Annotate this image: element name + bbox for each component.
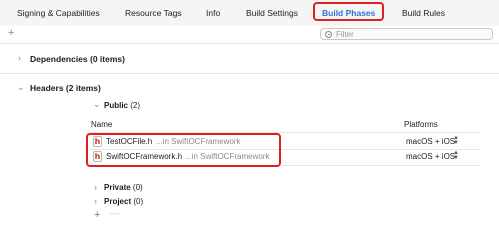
chevron-right-icon[interactable]: ›: [94, 197, 97, 206]
add-phase-button[interactable]: +: [8, 27, 14, 39]
tab-signing-capabilities[interactable]: Signing & Capabilities: [17, 8, 100, 18]
divider: [0, 73, 499, 74]
project-label: Project: [104, 197, 132, 206]
phases-toolbar: + Filter: [0, 26, 499, 44]
build-phases-highlight-box: [313, 2, 384, 21]
public-count: (2): [130, 101, 141, 110]
platform-selector[interactable]: macOS + iOS: [406, 152, 455, 161]
chevron-down-icon[interactable]: ⌄: [93, 100, 101, 109]
tab-resource-tags[interactable]: Resource Tags: [125, 8, 182, 18]
add-header-button[interactable]: +: [94, 209, 100, 221]
chevron-right-icon[interactable]: ›: [18, 54, 21, 63]
filter-field[interactable]: Filter: [320, 28, 493, 40]
tab-info[interactable]: Info: [206, 8, 220, 18]
column-header-name[interactable]: Name: [91, 120, 112, 129]
tab-build-rules[interactable]: Build Rules: [402, 8, 445, 18]
public-subsection[interactable]: Public (2): [104, 101, 140, 110]
tab-build-settings[interactable]: Build Settings: [246, 8, 298, 18]
private-count: (0): [132, 183, 143, 192]
tab-bar: Signing & Capabilities Resource Tags Inf…: [0, 0, 499, 27]
filter-icon: [325, 30, 332, 38]
filter-placeholder: Filter: [336, 30, 354, 39]
project-subsection[interactable]: Project (0): [104, 197, 143, 206]
private-label: Private: [104, 183, 131, 192]
private-subsection[interactable]: Private (0): [104, 183, 143, 192]
chevron-right-icon[interactable]: ›: [94, 183, 97, 192]
stepper-icon[interactable]: ▲ ▼: [453, 135, 459, 147]
project-count: (0): [133, 197, 144, 206]
chevron-down-icon[interactable]: ⌄: [17, 83, 25, 92]
remove-header-button[interactable]: —: [110, 208, 119, 218]
headers-section-title[interactable]: Headers (2 items): [30, 83, 101, 93]
header-files-highlight-box: [86, 133, 281, 167]
stepper-icon[interactable]: ▲ ▼: [453, 150, 459, 162]
public-label: Public: [104, 101, 129, 110]
platform-selector[interactable]: macOS + iOS: [406, 137, 455, 146]
watermark: [27, 174, 43, 192]
dependencies-section-title[interactable]: Dependencies (0 items): [30, 54, 125, 64]
column-header-platforms[interactable]: Platforms: [404, 120, 438, 129]
